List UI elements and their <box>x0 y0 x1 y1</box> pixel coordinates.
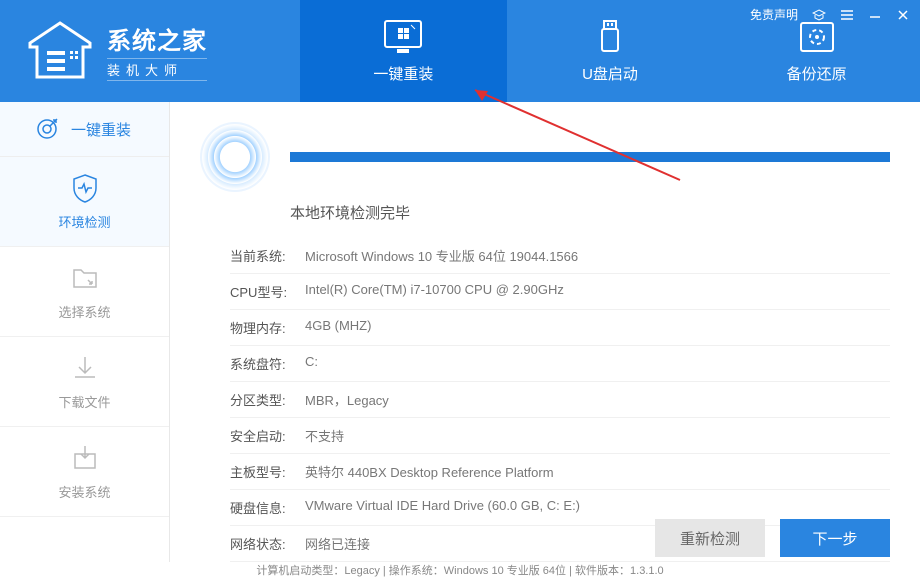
shield-pulse-icon <box>69 172 101 204</box>
sidebar-item-select-system[interactable]: 选择系统 <box>0 247 169 337</box>
disclaimer-link[interactable]: 免责声明 <box>750 6 798 23</box>
footer-status: 计算机启动类型：Legacy | 操作系统：Windows 10 专业版 64位… <box>0 562 920 580</box>
header: 系统之家 装机大师 一键重装 U盘启动 备份还原 免责声明 <box>0 0 920 102</box>
sidebar: 一键重装 环境检测 选择系统 下载文件 安装系统 <box>0 102 170 562</box>
info-label: 系统盘符: <box>230 354 305 373</box>
sidebar-item-label: 选择系统 <box>58 302 110 321</box>
info-value: Intel(R) Core(TM) i7-10700 CPU @ 2.90GHz <box>305 282 890 301</box>
info-value: 4GB (MHZ) <box>305 318 890 337</box>
sidebar-item-reinstall[interactable]: 一键重装 <box>0 102 169 157</box>
info-label: 网络状态: <box>230 534 305 553</box>
sidebar-item-label: 环境检测 <box>58 212 110 231</box>
radar-scan-icon <box>200 122 270 192</box>
info-value: Microsoft Windows 10 专业版 64位 19044.1566 <box>305 246 890 265</box>
progress-bar <box>290 152 890 162</box>
info-label: 当前系统: <box>230 246 305 265</box>
sidebar-item-label: 一键重装 <box>71 119 131 140</box>
tab-label: U盘启动 <box>582 63 638 84</box>
info-value: VMware Virtual IDE Hard Drive (60.0 GB, … <box>305 498 890 517</box>
close-icon[interactable] <box>896 8 910 22</box>
sidebar-item-install[interactable]: 安装系统 <box>0 427 169 517</box>
info-label: 安全启动: <box>230 426 305 445</box>
sidebar-item-label: 安装系统 <box>58 482 110 501</box>
info-value: C: <box>305 354 890 373</box>
info-value: MBR，Legacy <box>305 390 890 409</box>
tab-label: 一键重装 <box>373 63 433 84</box>
info-row: 分区类型:MBR，Legacy <box>230 382 890 418</box>
usb-drive-icon <box>590 19 630 55</box>
redetect-button[interactable]: 重新检测 <box>655 519 765 557</box>
minimize-icon[interactable] <box>868 8 882 22</box>
info-label: 主板型号: <box>230 462 305 481</box>
info-row: CPU型号:Intel(R) Core(TM) i7-10700 CPU @ 2… <box>230 274 890 310</box>
monitor-icon <box>383 19 423 55</box>
app-logo-icon <box>25 21 95 81</box>
logo-area: 系统之家 装机大师 <box>0 0 300 102</box>
info-row: 当前系统:Microsoft Windows 10 专业版 64位 19044.… <box>230 238 890 274</box>
folder-icon <box>69 262 101 294</box>
info-label: CPU型号: <box>230 282 305 301</box>
info-row: 物理内存:4GB (MHZ) <box>230 310 890 346</box>
next-button[interactable]: 下一步 <box>780 519 890 557</box>
graduation-icon[interactable] <box>812 8 826 22</box>
info-label: 物理内存: <box>230 318 305 337</box>
sidebar-item-env-check[interactable]: 环境检测 <box>0 157 169 247</box>
info-row: 安全启动:不支持 <box>230 418 890 454</box>
system-info-list: 当前系统:Microsoft Windows 10 专业版 64位 19044.… <box>230 238 890 562</box>
target-icon <box>35 117 59 141</box>
logo-subtitle: 装机大师 <box>107 58 207 81</box>
info-label: 分区类型: <box>230 390 305 409</box>
backup-icon <box>797 19 837 55</box>
tab-reinstall[interactable]: 一键重装 <box>300 0 507 102</box>
logo-title: 系统之家 <box>107 21 207 56</box>
main-content: 本地环境检测完毕 当前系统:Microsoft Windows 10 专业版 6… <box>170 102 920 562</box>
detection-status: 本地环境检测完毕 <box>290 202 890 223</box>
install-box-icon <box>69 442 101 474</box>
tab-label: 备份还原 <box>787 63 847 84</box>
tab-usb-boot[interactable]: U盘启动 <box>507 0 714 102</box>
sidebar-item-download[interactable]: 下载文件 <box>0 337 169 427</box>
info-value: 不支持 <box>305 426 890 445</box>
info-row: 主板型号:英特尔 440BX Desktop Reference Platfor… <box>230 454 890 490</box>
info-row: 系统盘符:C: <box>230 346 890 382</box>
download-icon <box>69 352 101 384</box>
menu-icon[interactable] <box>840 8 854 22</box>
info-label: 硬盘信息: <box>230 498 305 517</box>
titlebar-controls: 免责声明 <box>750 6 910 23</box>
info-value: 英特尔 440BX Desktop Reference Platform <box>305 462 890 481</box>
sidebar-item-label: 下载文件 <box>58 392 110 411</box>
